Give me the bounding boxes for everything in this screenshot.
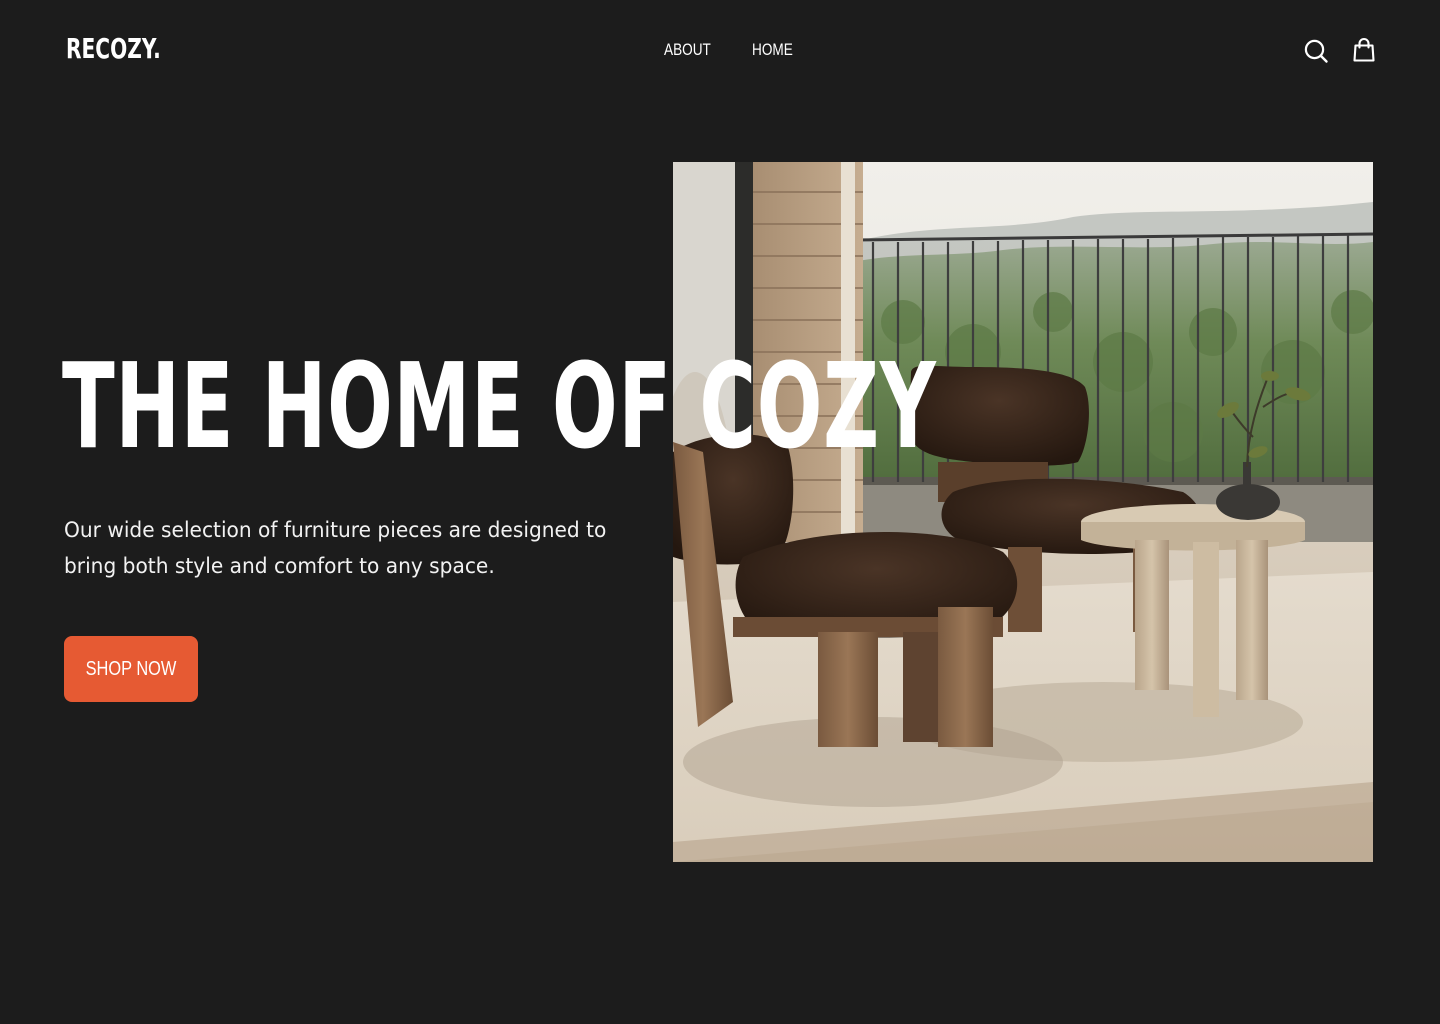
shopping-bag-icon bbox=[1353, 37, 1375, 62]
search-icon bbox=[1304, 39, 1328, 63]
shop-now-label: SHOP NOW bbox=[85, 658, 177, 680]
hero-description: Our wide selection of furniture pieces a… bbox=[64, 518, 607, 578]
nav-link-home[interactable]: HOME bbox=[752, 39, 793, 61]
cart-button[interactable] bbox=[1351, 37, 1377, 63]
search-button[interactable] bbox=[1303, 38, 1329, 64]
hero-title: THE HOME OF COZY bbox=[62, 337, 937, 475]
brand-logo[interactable]: RECOZY. bbox=[66, 31, 161, 67]
shop-now-button[interactable]: SHOP NOW bbox=[64, 636, 198, 702]
hero-image bbox=[673, 162, 1373, 862]
nav-link-about[interactable]: ABOUT bbox=[664, 39, 711, 61]
